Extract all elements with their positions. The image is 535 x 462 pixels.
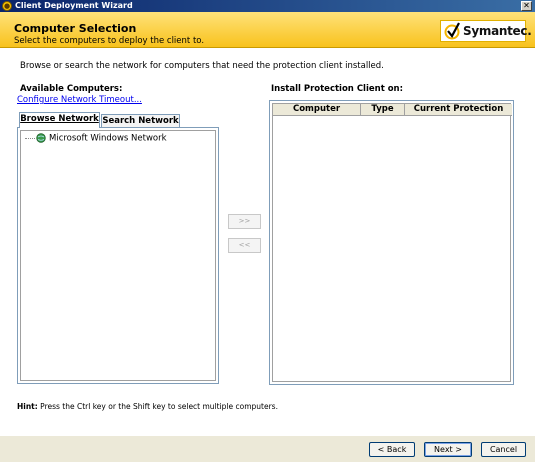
network-tree-inner: Microsoft Windows Network (20, 130, 216, 381)
available-computers-label: Available Computers: (20, 84, 123, 94)
app-icon: ● (2, 1, 12, 11)
network-globe-icon (36, 133, 46, 143)
cancel-button[interactable]: Cancel (481, 442, 526, 457)
window-title: Client Deployment Wizard (15, 1, 133, 10)
hint-body: Press the Ctrl key or the Shift key to s… (40, 402, 278, 411)
column-header-computer[interactable]: Computer (273, 104, 361, 116)
wizard-content: Browse or search the network for compute… (0, 48, 535, 435)
next-button[interactable]: Next > (424, 442, 472, 457)
symantec-logo: Symantec. (440, 20, 532, 42)
column-header-type[interactable]: Type (361, 104, 405, 116)
network-tree[interactable]: Microsoft Windows Network (17, 127, 219, 384)
window-titlebar: ● Client Deployment Wizard ✕ (0, 0, 535, 12)
tree-item-microsoft-windows-network[interactable]: Microsoft Windows Network (25, 133, 167, 144)
tree-connector (25, 137, 35, 139)
page-title: Computer Selection (14, 22, 137, 35)
tab-browse-network-label: Browse Network (20, 114, 99, 124)
tab-search-network-label: Search Network (102, 116, 179, 126)
column-header-current-protection[interactable]: Current Protection (405, 104, 512, 116)
tab-browse-network[interactable]: Browse Network (19, 112, 100, 128)
back-button[interactable]: < Back (369, 442, 415, 457)
brand-name: Symantec. (463, 24, 532, 38)
add-computer-button[interactable]: >> (228, 214, 261, 229)
page-subtitle: Select the computers to deploy the clien… (14, 36, 205, 46)
install-targets-list[interactable]: Computer Type Current Protection (269, 100, 514, 385)
configure-network-timeout-link[interactable]: Configure Network Timeout... (17, 95, 142, 105)
wizard-header: Computer Selection Select the computers … (0, 12, 535, 48)
hint-label: Hint: (17, 402, 38, 411)
checkmark-icon (444, 22, 460, 40)
tree-item-label: Microsoft Windows Network (49, 133, 167, 144)
wizard-footer: < Back Next > Cancel (0, 435, 535, 462)
instructions-text: Browse or search the network for compute… (20, 61, 384, 71)
remove-computer-button[interactable]: << (228, 238, 261, 253)
install-protection-label: Install Protection Client on: (271, 84, 404, 94)
hint-text: Hint: Press the Ctrl key or the Shift ke… (17, 402, 278, 411)
install-targets-inner: Computer Type Current Protection (272, 103, 512, 382)
close-button[interactable]: ✕ (521, 1, 532, 11)
